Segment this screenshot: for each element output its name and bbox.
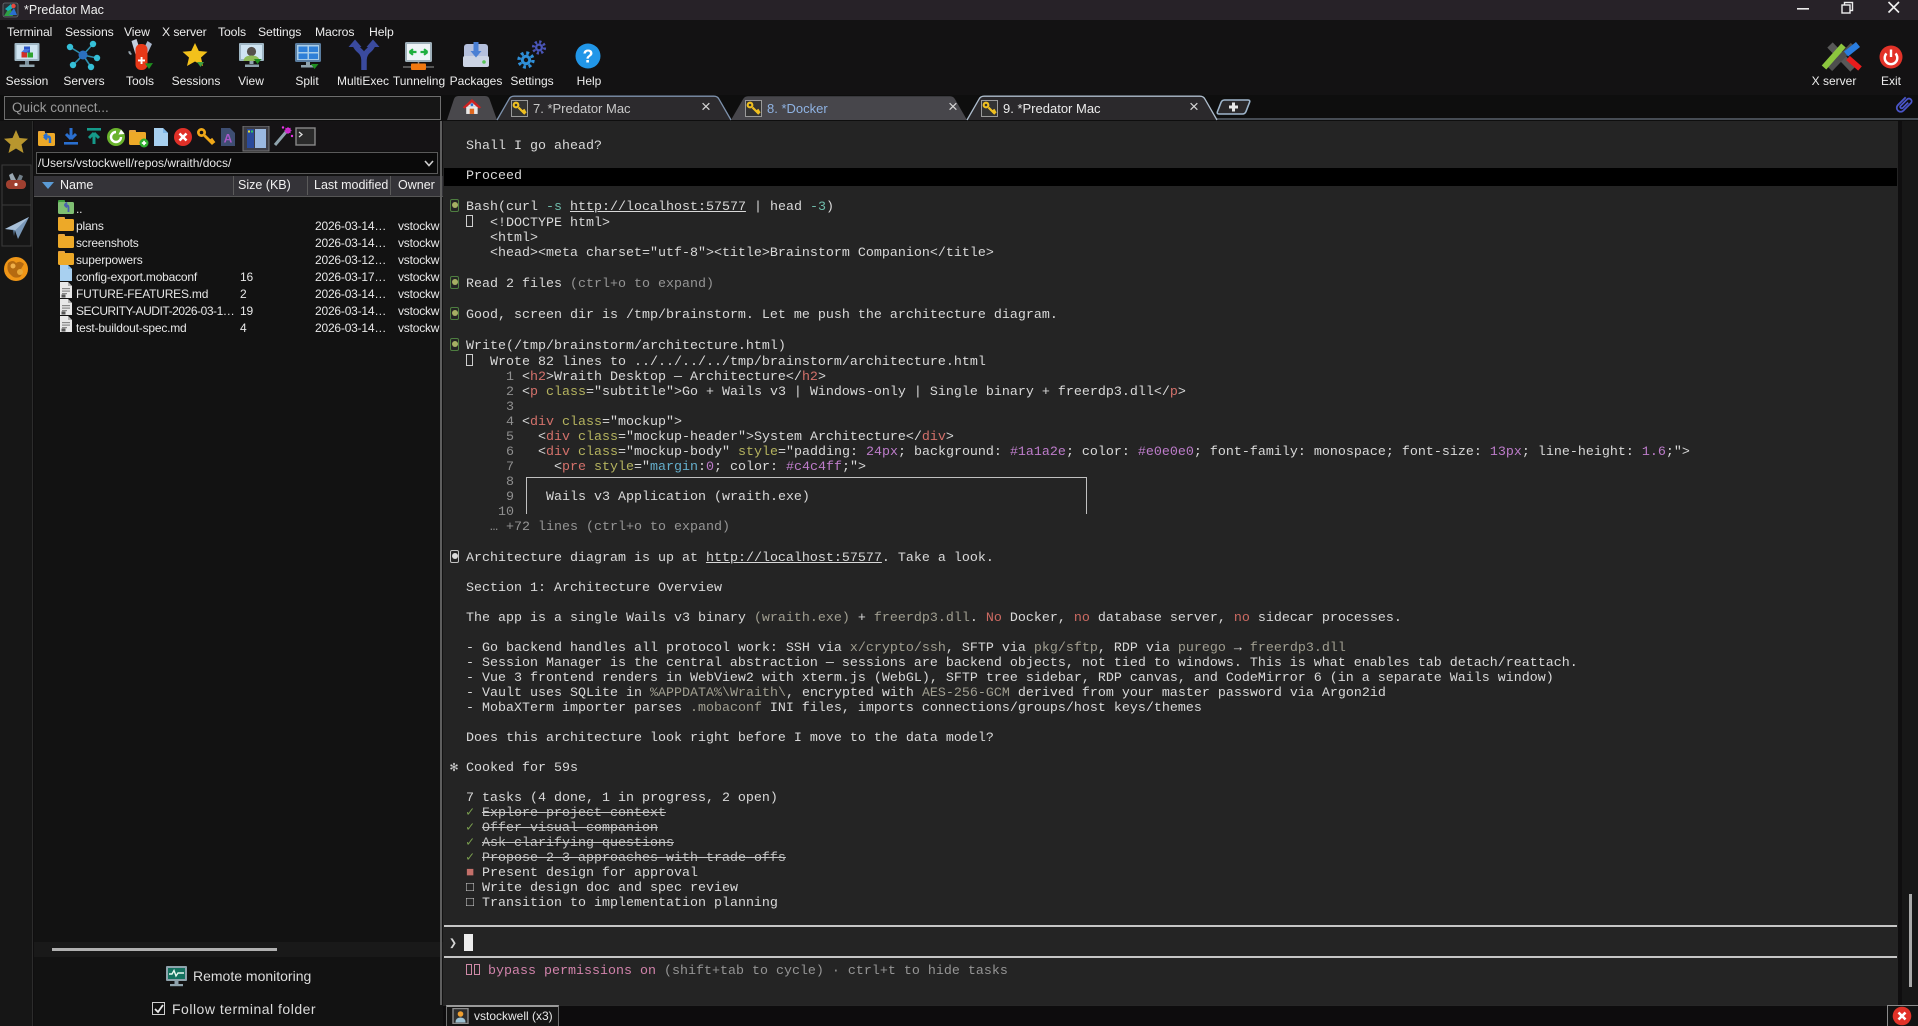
svg-text:A: A <box>224 132 233 146</box>
svg-text:?: ? <box>583 47 594 67</box>
